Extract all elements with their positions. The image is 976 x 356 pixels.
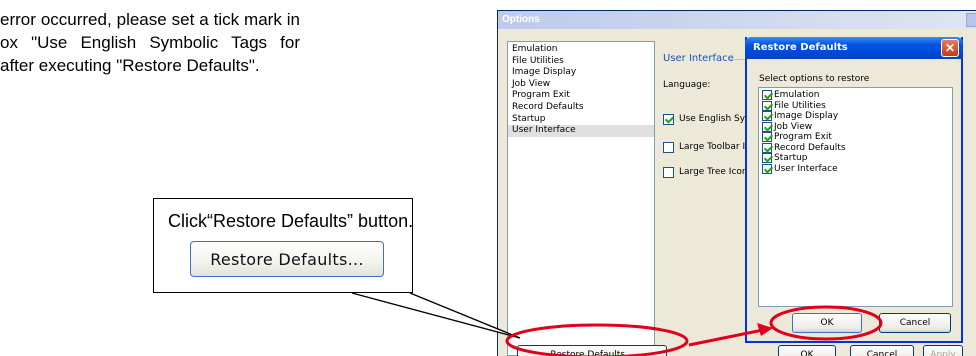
dialog-prompt: Select options to restore (759, 74, 870, 84)
category-list[interactable]: Emulation File Utilities Image Display J… (507, 41, 655, 356)
restore-option-item[interactable]: Startup (761, 153, 952, 164)
callout-pointer-line-1 (351, 292, 521, 339)
dialog-title-bar: Restore Defaults ✕ (745, 37, 963, 59)
options-title-bar: Options (498, 11, 976, 29)
restore-option-item[interactable]: Program Exit (761, 132, 952, 143)
options-close-icon[interactable] (966, 13, 976, 27)
use-english-label: Use English Sy (679, 114, 746, 124)
dialog-ok-button[interactable]: OK (792, 313, 862, 333)
category-item[interactable]: Record Defaults (508, 102, 654, 114)
category-item[interactable]: Job View (508, 79, 654, 91)
checkbox[interactable] (762, 90, 772, 100)
instruction-text: error occurred, please set a tick mark i… (0, 8, 300, 77)
close-icon[interactable]: ✕ (941, 39, 959, 57)
group-title: User Interface (663, 53, 734, 64)
restore-defaults-button-zoomed: Restore Defaults... (190, 241, 384, 277)
callout-text: Click“Restore Defaults” button. (168, 211, 414, 231)
restore-option-item[interactable]: Job View (761, 121, 952, 133)
checkbox[interactable] (762, 132, 772, 142)
language-label: Language: (663, 80, 711, 90)
options-cancel-button[interactable]: Cancel (850, 345, 914, 356)
category-item[interactable]: Program Exit (508, 90, 654, 102)
dialog-cancel-button[interactable]: Cancel (879, 313, 951, 333)
checkbox[interactable] (762, 153, 772, 163)
category-item[interactable]: File Utilities (508, 56, 654, 68)
options-ok-button[interactable]: OK (778, 345, 836, 356)
category-item[interactable]: Image Display (508, 67, 654, 79)
use-english-symbolic-tags-checkbox[interactable] (663, 114, 674, 125)
callout-box: Click“Restore Defaults” button. Restore … (153, 198, 413, 293)
restore-option-item[interactable]: Image Display (761, 111, 952, 122)
large-tree-icon-checkbox[interactable] (663, 167, 674, 178)
options-title: Options (502, 14, 540, 25)
category-item[interactable]: Startup (508, 114, 654, 126)
dialog-title: Restore Defaults (753, 42, 848, 53)
large-toolbar-label: Large Toolbar I (679, 142, 746, 152)
instruction-line-3: after executing "Restore Defaults". (0, 56, 260, 75)
restore-option-item[interactable]: Record Defaults (761, 142, 952, 154)
restore-option-item[interactable]: User Interface (761, 163, 952, 175)
checkbox[interactable] (762, 100, 772, 111)
restore-defaults-dialog: Restore Defaults ✕ Select options to res… (745, 37, 963, 343)
category-item[interactable]: Emulation (508, 44, 654, 56)
large-tree-icon-label: Large Tree Icon (679, 167, 748, 177)
instruction-line-1: error occurred, please set a tick mark i… (0, 10, 300, 29)
options-apply-button[interactable]: Apply (923, 345, 963, 356)
restore-defaults-button[interactable]: Restore Defaults... (517, 345, 667, 356)
large-toolbar-checkbox[interactable] (663, 142, 674, 153)
callout-pointer (352, 293, 520, 338)
instruction-line-2: ox "Use English Symbolic Tags for (0, 33, 300, 52)
restore-option-item[interactable]: File Utilities (761, 100, 952, 112)
checkbox[interactable] (762, 121, 772, 132)
restore-options-list[interactable]: Emulation File Utilities Image Display J… (758, 87, 953, 307)
restore-option-item[interactable]: Emulation (761, 90, 952, 101)
checkbox[interactable] (762, 142, 772, 153)
checkbox[interactable] (762, 111, 772, 121)
category-item-selected[interactable]: User Interface (508, 125, 654, 137)
checkbox[interactable] (762, 163, 772, 174)
